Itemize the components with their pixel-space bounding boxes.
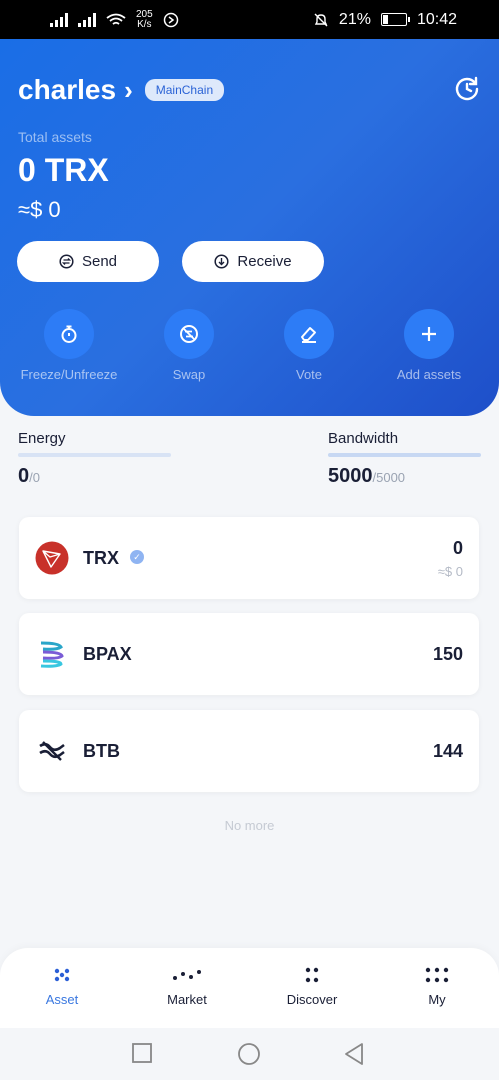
status-left: 205 K/s [50, 9, 179, 30]
trx-logo-icon [35, 541, 69, 575]
energy-bar [18, 453, 171, 457]
my-dots-icon [387, 966, 487, 984]
tab-discover[interactable]: Discover [262, 966, 362, 1007]
token-name: BPAX [83, 644, 132, 664]
bandwidth-resource: Bandwidth 5000/5000 [328, 430, 481, 488]
bandwidth-value-row: 5000/5000 [328, 465, 481, 488]
data-saver-icon [163, 12, 178, 27]
vote-label: Vote [295, 367, 323, 382]
clock: 10:42 [416, 10, 457, 28]
energy-resource: Energy 0/0 [18, 430, 171, 488]
token-name: BTB [83, 741, 120, 761]
tab-discover-label: Discover [286, 992, 338, 1007]
chevron-right-icon: › [124, 74, 133, 105]
history-icon[interactable] [453, 75, 481, 103]
freeze-label: Freeze/Unfreeze [20, 367, 118, 382]
energy-value-row: 0/0 [18, 465, 171, 488]
total-assets-value: 0 TRX [18, 152, 109, 188]
token-row-trx[interactable]: TRX ✓ 0 ≈$ 0 [19, 517, 479, 599]
wifi-icon [106, 13, 126, 25]
account-selector[interactable]: charles › MainChain [18, 74, 225, 106]
stopwatch-icon [44, 309, 94, 359]
receive-button[interactable]: Receive [182, 241, 324, 282]
add-assets-label: Add assets [396, 367, 462, 382]
token-row-bpax[interactable]: BPAX 150 [19, 613, 479, 695]
tab-market[interactable]: Market [137, 966, 237, 1007]
battery-icon [380, 13, 410, 26]
back-triangle-icon[interactable] [343, 1042, 365, 1066]
wallet-header: charles › MainChain Total assets 0 TRX ≈… [0, 39, 499, 416]
recents-square-icon[interactable] [131, 1042, 153, 1064]
add-assets-action[interactable]: Add assets [374, 309, 484, 382]
bandwidth-bar [328, 453, 481, 457]
energy-label: Energy [18, 430, 66, 447]
home-circle-icon[interactable] [237, 1042, 261, 1066]
tab-my[interactable]: My [387, 966, 487, 1007]
bandwidth-value: 5000 [328, 465, 373, 487]
total-fiat-value: ≈$ 0 [18, 197, 61, 222]
signal-icon [50, 12, 68, 27]
token-row-btb[interactable]: BTB 144 [19, 710, 479, 792]
send-icon [59, 254, 74, 269]
vote-action[interactable]: Vote [254, 309, 364, 382]
market-dots-icon [137, 966, 237, 984]
receive-label: Receive [237, 253, 292, 270]
token-amount: 0 [452, 538, 463, 558]
swap-icon [164, 309, 214, 359]
plus-icon [404, 309, 454, 359]
tab-asset-label: Asset [45, 992, 79, 1007]
bottom-tab-bar: Asset Market Discover My [0, 948, 499, 1028]
token-amount: 144 [432, 741, 463, 761]
status-right: 21% 10:42 [313, 11, 457, 29]
system-navigation-bar [0, 1028, 499, 1080]
freeze-action[interactable]: Freeze/Unfreeze [14, 309, 124, 382]
btb-logo-icon [39, 741, 65, 761]
discover-dots-icon [262, 966, 362, 984]
account-name: charles [18, 74, 117, 105]
send-label: Send [81, 253, 118, 270]
receive-icon [214, 254, 229, 269]
chain-badge[interactable]: MainChain [144, 79, 225, 101]
token-fiat: ≈$ 0 [437, 564, 463, 579]
eraser-icon [284, 309, 334, 359]
bandwidth-max: /5000 [372, 470, 406, 485]
no-more-text: No more [224, 818, 275, 833]
bpax-logo-icon [40, 641, 64, 668]
verified-check-icon: ✓ [130, 550, 144, 564]
bandwidth-label: Bandwidth [328, 430, 399, 447]
energy-max: /0 [29, 470, 40, 485]
tab-asset[interactable]: Asset [12, 966, 112, 1007]
token-amount: 150 [432, 644, 463, 664]
tab-market-label: Market [167, 992, 207, 1007]
speed-unit: K/s [137, 18, 152, 30]
tab-my-label: My [428, 992, 446, 1007]
mute-bell-icon [314, 13, 328, 26]
swap-action[interactable]: Swap [134, 309, 244, 382]
total-assets-label: Total assets [18, 129, 92, 145]
battery-percent: 21% [338, 10, 371, 28]
network-speed: 205 K/s [136, 9, 153, 30]
send-button[interactable]: Send [17, 241, 159, 282]
signal-icon-2 [78, 12, 96, 27]
token-name: TRX [83, 548, 119, 568]
energy-value: 0 [18, 465, 30, 487]
swap-label: Swap [172, 367, 206, 382]
asset-dots-icon [12, 966, 112, 984]
status-bar: 205 K/s 21% 10:42 [0, 0, 499, 39]
